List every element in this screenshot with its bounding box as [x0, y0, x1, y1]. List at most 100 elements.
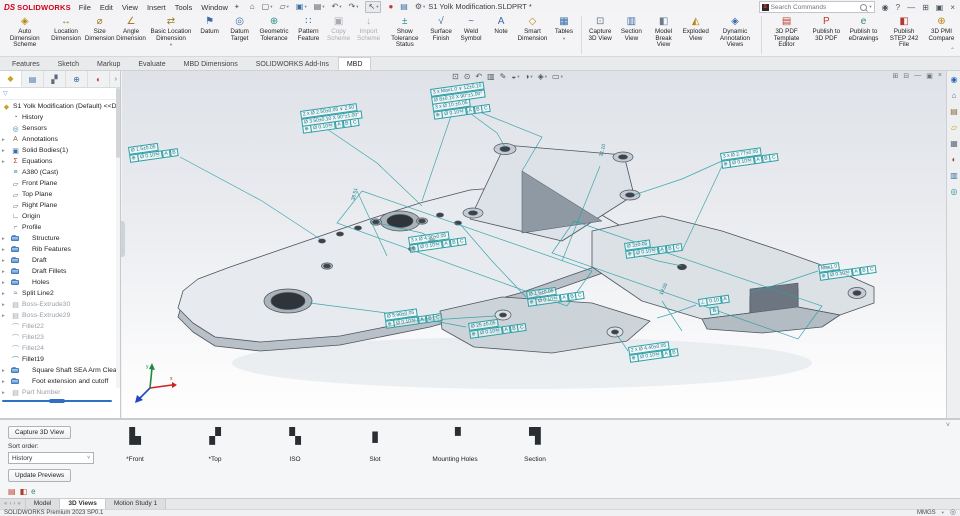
doc-restore-icon[interactable]: ▣ [926, 72, 933, 80]
tree-root-item[interactable]: ◆ S1 Yolk Modification (Default) <<Defau… [0, 101, 120, 112]
chevron-down-icon[interactable]: ▾ [339, 2, 341, 12]
chevron-down-icon[interactable]: ▾ [530, 74, 532, 80]
tree-item[interactable]: ⌒ Fillet24 [0, 343, 120, 354]
ribbon-button[interactable]: √ Surface Finish [426, 15, 456, 42]
ribbon-button[interactable]: ▤ 3D PDF Template Editor [764, 15, 809, 49]
ribbon-button[interactable]: ◈ Dynamic Annotation Views [711, 15, 760, 49]
menu-item[interactable]: Insert [147, 3, 166, 12]
doc-close-icon[interactable]: × [938, 72, 942, 80]
select-cursor-icon[interactable]: ↖ ▾ [365, 1, 381, 13]
collapse-ribbon-icon[interactable]: ⌃ [950, 47, 955, 54]
expand-arrow-icon[interactable]: ▸ [2, 379, 5, 385]
chevron-down-icon[interactable]: ▾ [869, 4, 871, 10]
mbd-annotation[interactable]: 2 x Ø 2.50±0.05 ∨ 2.50Ø 3.50±0.10 X 90°±… [300, 103, 363, 134]
tree-item[interactable]: ⌐ Profile [0, 222, 120, 233]
chevron-down-icon[interactable]: ▾ [376, 2, 378, 12]
zoom-to-area-icon[interactable]: ⊙ [464, 72, 471, 81]
view-thumbnail-item[interactable]: ▞ *Top [175, 424, 255, 463]
featuremanager-tab[interactable]: ◆ [0, 71, 22, 87]
tree-item[interactable]: ▸ ≈ Split Line2 [0, 288, 120, 299]
publish-step-icon[interactable]: ◧ [20, 487, 28, 496]
view-settings-icon[interactable]: ▭ ▾ [552, 72, 563, 81]
options-icon[interactable]: ⚙ ▾ [415, 2, 425, 12]
chevron-down-icon[interactable]: ▾ [304, 2, 306, 12]
mbd-annotation[interactable]: 3 x Ø 2.77±0.05⊕Ø 0.10ⓂABC [720, 145, 779, 168]
doc-cascade-icon[interactable]: ⊟ [903, 72, 909, 80]
tree-item[interactable]: ▸ Draft Fillets [0, 266, 120, 277]
mbd-annotation[interactable]: 19.05 [658, 281, 670, 297]
command-tab[interactable]: Evaluate [129, 57, 174, 70]
tree-item[interactable]: ▸ ▤ Boss-Extrude29 [0, 310, 120, 321]
save-icon[interactable]: ▣ ▾ [296, 2, 307, 12]
ribbon-button[interactable]: ⇄ Basic Location Dimension ▾ [147, 15, 194, 47]
menu-item[interactable]: Tools [175, 3, 193, 12]
tree-item[interactable]: ▸ Foot extension and cutoff [0, 376, 120, 387]
ribbon-button[interactable]: ⚑ Datum [195, 15, 225, 36]
tile-windows-icon[interactable]: ⊞ [922, 3, 929, 12]
ribbon-button[interactable]: ◈ Auto Dimension Scheme [2, 15, 47, 49]
search-input[interactable] [771, 4, 859, 11]
filter-icon[interactable]: ▽ [3, 90, 8, 97]
rebuild-icon[interactable]: ● [388, 2, 393, 12]
more-tabs-icon[interactable]: › [112, 71, 120, 87]
ribbon-button[interactable]: ◭ Exploded View [681, 15, 711, 42]
mbd-annotation[interactable]: 2 x Ø 4.40±0.05⊕Ø 0.10ⓂAB [628, 340, 679, 362]
minimize-icon[interactable]: — [907, 3, 915, 12]
custom-properties-icon[interactable]: ▥ [947, 168, 960, 183]
document-tab[interactable]: Motion Study 1 [106, 499, 166, 509]
panel-splitter-grip[interactable] [121, 221, 125, 257]
doc-tile-icon[interactable]: ⊞ [893, 72, 899, 80]
tree-item[interactable]: ≡ A380 (Cast) [0, 167, 120, 178]
tree-item[interactable]: ▸ Draft [0, 255, 120, 266]
ribbon-button[interactable]: ⊕ 3D PMI Compare [925, 15, 958, 42]
globe-icon[interactable]: ◎ [950, 510, 956, 516]
menu-item[interactable]: View [122, 3, 138, 12]
tree-item[interactable]: ▸ Σ Equations [0, 156, 120, 167]
expand-arrow-icon[interactable]: ▸ [2, 258, 5, 264]
ribbon-button[interactable]: ↔ Location Dimension [47, 15, 84, 42]
graphics-viewport[interactable]: ⊡ ⊙ ↶ ▥ ✎ [122, 71, 946, 418]
expand-arrow-icon[interactable]: ▸ [2, 302, 5, 308]
menu-item[interactable]: Edit [100, 3, 113, 12]
ribbon-button[interactable]: P Publish to 3D PDF [809, 15, 844, 42]
ribbon-button[interactable]: ▥ Section View [616, 15, 646, 42]
home-icon[interactable]: ⌂ [947, 88, 960, 103]
tree-item[interactable]: ⌒ Fillet23 [0, 332, 120, 343]
ribbon-button[interactable] [581, 16, 582, 54]
collapse-panel-icon[interactable]: ˅ [946, 422, 950, 429]
mbd-annotation[interactable]: 31.10 [598, 142, 607, 158]
tree-item[interactable]: ⌒ Fillet19 [0, 354, 120, 365]
ribbon-button[interactable]: ◧ Model Break View [646, 15, 680, 49]
tree-item[interactable]: ▱ Top Plane [0, 189, 120, 200]
forum-icon[interactable]: ◎ [947, 184, 960, 199]
mbd-annotation[interactable]: 3 x Ø 4.30±0.05⊕Ø 0.10ⓂABC [408, 229, 467, 252]
user-login-icon[interactable]: ◉ [882, 3, 889, 12]
chevron-down-icon[interactable]: ▾ [356, 2, 358, 12]
expand-arrow-icon[interactable]: ▸ [2, 269, 5, 275]
expand-arrow-icon[interactable]: ▸ [2, 159, 5, 165]
restore-icon[interactable]: ▣ [936, 3, 944, 12]
tree-item[interactable]: ▸ ▤ Part Number [0, 387, 120, 398]
expand-arrow-icon[interactable]: ▸ [2, 280, 5, 286]
open-file-icon[interactable]: ▱ ▾ [279, 2, 288, 12]
edit-appearance-icon[interactable]: ◑ ▾ [524, 72, 532, 81]
mbd-annotation[interactable]: 3 x Max1.0 ∨ 12±0.10Ø 8±0.10 X 90°±1.00°… [430, 81, 491, 119]
chevron-down-icon[interactable]: ▾ [287, 2, 289, 12]
chevron-down-icon[interactable]: ▾ [270, 2, 272, 12]
section-view-icon[interactable]: ▥ [487, 72, 495, 81]
tree-item[interactable]: ▸ Square Shaft SEA Arm Clearance [0, 365, 120, 376]
ribbon-button[interactable]: ⌀ Size Dimension [85, 15, 115, 42]
view-thumbnail-item[interactable]: ▙ *Front [95, 424, 175, 463]
print-icon[interactable]: ▤ ▾ [314, 2, 325, 12]
command-tab[interactable]: MBD [338, 57, 372, 70]
command-tab[interactable]: Features [3, 57, 49, 70]
propertymanager-tab[interactable]: ▤ [22, 71, 44, 87]
mbd-annotation[interactable]: Ø 1.5±0.05⊕Ø 0.10ⓂABC [526, 283, 585, 306]
expand-arrow-icon[interactable]: ▸ [2, 137, 5, 143]
design-library-icon[interactable]: ▤ [947, 104, 960, 119]
displaymanager-tab[interactable]: ◐ [88, 71, 110, 87]
sort-order-select[interactable]: History ˅ [8, 452, 94, 464]
file-explorer-icon[interactable]: ▱ [947, 120, 960, 135]
undo-icon[interactable]: ↶ ▾ [332, 2, 342, 12]
ribbon-button[interactable]: ▦ Tables ▾ [549, 15, 579, 41]
